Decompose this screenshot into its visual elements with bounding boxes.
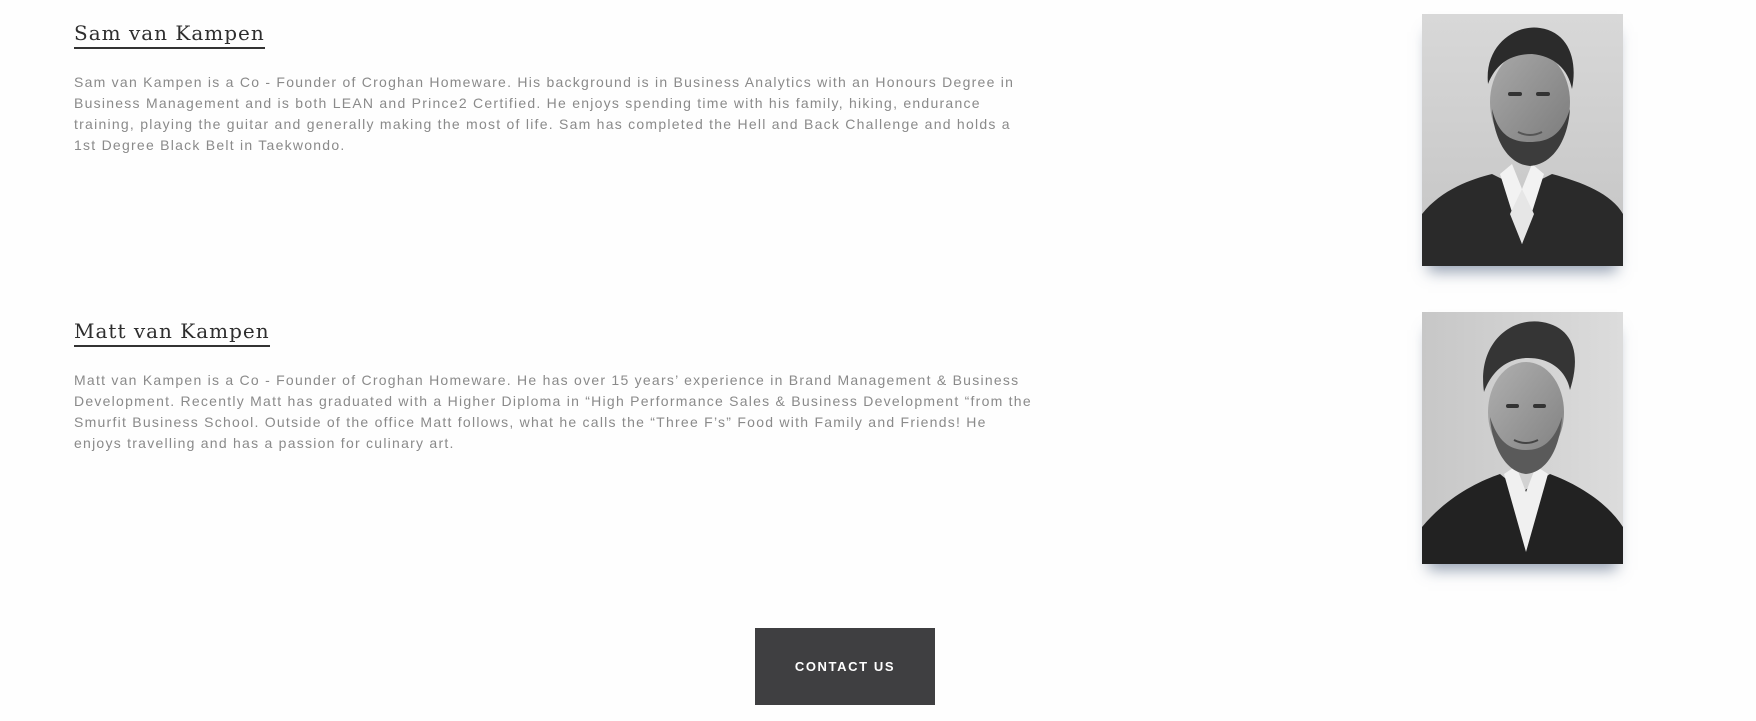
member-name: Sam van Kampen	[74, 20, 265, 49]
member-portrait-photo	[1422, 14, 1623, 266]
team-page: Sam van Kampen Sam van Kampen is a Co - …	[0, 0, 1756, 721]
portrait-illustration	[1422, 312, 1623, 564]
member-bio: Sam van Kampen is a Co - Founder of Crog…	[74, 74, 1015, 153]
member-name: Matt van Kampen	[74, 318, 270, 347]
member-portrait-photo	[1422, 312, 1623, 564]
contact-cta-wrapper: CONTACT US	[755, 628, 935, 705]
portrait-illustration	[1422, 14, 1623, 266]
contact-us-button[interactable]: CONTACT US	[755, 628, 935, 705]
member-bio: Matt van Kampen is a Co - Founder of Cro…	[74, 372, 1032, 451]
